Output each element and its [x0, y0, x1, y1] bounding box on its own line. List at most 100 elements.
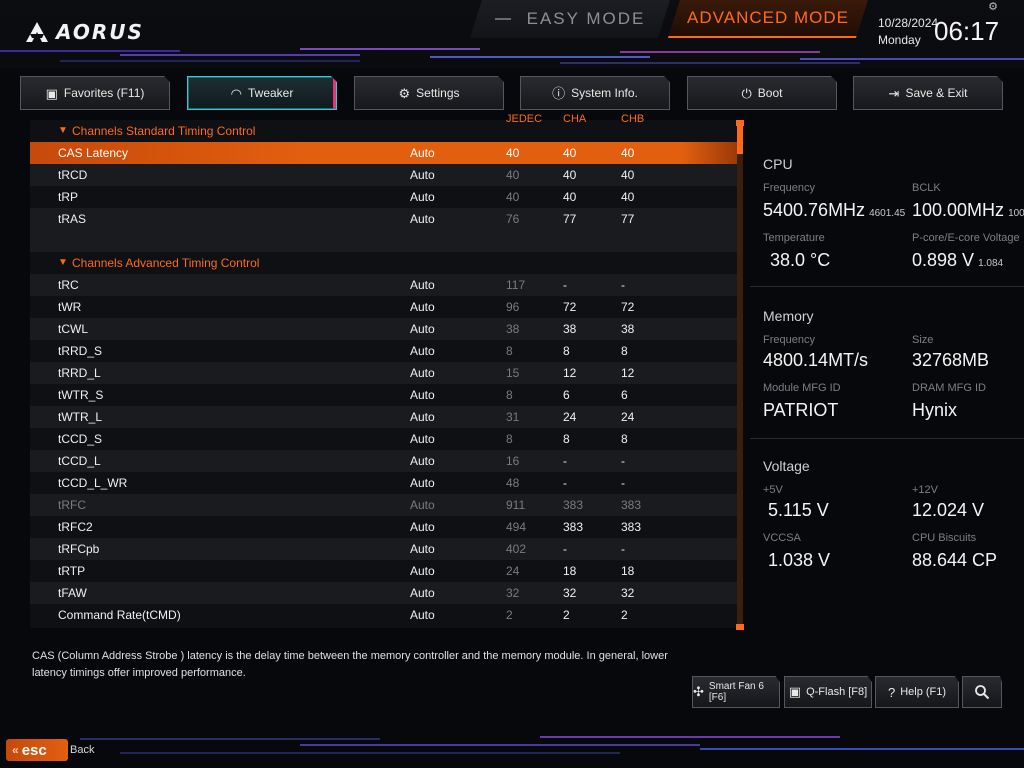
- timing-chb: 40: [621, 190, 635, 204]
- gear-icon: ⚙: [398, 85, 411, 101]
- timing-cha: -: [563, 476, 567, 490]
- settings-gear-icon[interactable]: ⚙: [986, 0, 1000, 14]
- timing-row[interactable]: tWTR_L Auto 31 24 24: [30, 406, 738, 428]
- timing-row[interactable]: tRRD_L Auto 15 12 12: [30, 362, 738, 384]
- double-chevron-left-icon: «: [12, 743, 19, 757]
- timing-row[interactable]: tRTP Auto 24 18 18: [30, 560, 738, 582]
- exit-icon: ⇥: [888, 85, 900, 101]
- section-title: Channels Standard Timing Control: [72, 124, 256, 138]
- cpu-frequency-label: Frequency: [763, 182, 815, 194]
- timing-row[interactable]: tRRD_S Auto 8 8 8: [30, 340, 738, 362]
- timing-name: tRRD_S: [58, 344, 103, 358]
- tab-tweaker[interactable]: ◠ Tweaker: [187, 76, 337, 110]
- timing-row[interactable]: tRAS Auto 76 77 77: [30, 208, 738, 230]
- timing-value: Auto: [410, 212, 435, 226]
- help-button[interactable]: ? Help (F1): [875, 676, 959, 708]
- timing-name: tCCD_L_WR: [58, 476, 128, 490]
- timing-cha: 383: [563, 498, 584, 512]
- timing-chb: 40: [621, 168, 635, 182]
- timing-value: Auto: [410, 476, 435, 490]
- bclk-label: BCLK: [912, 182, 941, 194]
- timing-row[interactable]: tRC Auto 117 - -: [30, 274, 738, 296]
- core-voltage: 0.898 V 1.084: [912, 250, 1003, 271]
- module-mfg-value: PATRIOT: [763, 400, 839, 420]
- section-advanced-timing[interactable]: ▼ Channels Advanced Timing Control: [30, 252, 738, 274]
- memory-frequency-label: Frequency: [763, 334, 815, 346]
- bclk-sub: 100.00: [1008, 208, 1024, 219]
- timing-jedec: 48: [506, 476, 520, 490]
- timing-jedec: 40: [506, 168, 520, 182]
- bclk: 100.00MHz100.00: [912, 200, 1024, 221]
- timing-jedec: 32: [506, 586, 520, 600]
- v5-label: +5V: [763, 484, 783, 496]
- smart-fan-button[interactable]: ✣ Smart Fan 6 [F6]: [692, 676, 780, 708]
- timing-value: Auto: [410, 608, 435, 622]
- timing-name: tFAW: [58, 586, 87, 600]
- timing-row[interactable]: tCCD_S Auto 8 8 8: [30, 428, 738, 450]
- tab-favorites[interactable]: ▣ Favorites (F11): [20, 76, 170, 110]
- tab-label: Settings: [416, 86, 460, 100]
- timing-name: tCCD_S: [58, 432, 103, 446]
- timing-row[interactable]: tCCD_L Auto 16 - -: [30, 450, 738, 472]
- tab-save-exit[interactable]: ⇥ Save & Exit: [853, 76, 1003, 110]
- advanced-mode-tab[interactable]: ADVANCED MODE: [668, 0, 868, 38]
- list-scrollbar[interactable]: [736, 120, 744, 630]
- qflash-button[interactable]: ▣ Q-Flash [F8]: [784, 676, 872, 708]
- timing-row[interactable]: tRCD Auto 40 40 40: [30, 164, 738, 186]
- module-mfg-label: Module MFG ID: [763, 382, 841, 394]
- esc-button[interactable]: « esc: [6, 739, 68, 761]
- timing-row[interactable]: tCWL Auto 38 38 38: [30, 318, 738, 340]
- aorus-logo-text: AORUS: [56, 20, 144, 44]
- timing-row[interactable]: Command Rate(tCMD) Auto 2 2 2: [30, 604, 738, 626]
- timing-row[interactable]: tRP Auto 40 40 40: [30, 186, 738, 208]
- vccsa-label: VCCSA: [763, 532, 801, 544]
- easy-mode-tab[interactable]: EASY MODE: [470, 0, 670, 38]
- section-title: Channels Advanced Timing Control: [72, 256, 260, 270]
- main-tabs: ▣ Favorites (F11) ◠ Tweaker ⚙ Settings ⓘ…: [20, 76, 1004, 110]
- timing-jedec: 117: [506, 278, 526, 292]
- cpu-frequency-value: 5400.76MHz: [763, 200, 866, 220]
- tab-settings[interactable]: ⚙ Settings: [354, 76, 504, 110]
- scroll-down-arrow-icon[interactable]: [736, 624, 744, 630]
- timing-value: Auto: [410, 520, 435, 534]
- timing-row[interactable]: tWR Auto 96 72 72: [30, 296, 738, 318]
- timing-chb: 77: [621, 212, 635, 226]
- timing-name: tRRD_L: [58, 366, 101, 380]
- section-standard-timing[interactable]: ▼ Channels Standard Timing Control: [30, 120, 738, 142]
- timing-name: tCCD_L: [58, 454, 101, 468]
- search-button[interactable]: [962, 676, 1002, 708]
- timing-row[interactable]: tWTR_S Auto 8 6 6: [30, 384, 738, 406]
- v5-value: 5.115 V: [768, 500, 829, 520]
- timing-jedec: 31: [506, 410, 520, 424]
- timing-chb: -: [621, 542, 625, 556]
- chip-icon: ▣: [788, 684, 802, 699]
- timing-name: tRP: [58, 190, 79, 204]
- cpu-temp-value: 38.0 °C: [770, 250, 831, 270]
- timing-jedec: 911: [506, 498, 526, 512]
- timing-cha: -: [563, 542, 567, 556]
- timing-row[interactable]: tRFC2 Auto 494 383 383: [30, 516, 738, 538]
- timing-row[interactable]: tCCD_L_WR Auto 48 - -: [30, 472, 738, 494]
- timing-row[interactable]: tRFCpb Auto 402 - -: [30, 538, 738, 560]
- timing-value: Auto: [410, 410, 435, 424]
- core-voltage-value: 0.898 V: [912, 250, 975, 270]
- timing-chb: 383: [621, 520, 642, 534]
- timing-cha: 24: [563, 410, 577, 424]
- timing-cha: 72: [563, 300, 577, 314]
- timing-jedec: 96: [506, 300, 520, 314]
- timing-jedec: 2: [506, 608, 513, 622]
- memory-size-value: 32768MB: [912, 350, 990, 370]
- timing-jedec: 15: [506, 366, 520, 380]
- tab-boot[interactable]: ⏻ Boot: [687, 76, 837, 110]
- timing-chb: 38: [621, 322, 635, 336]
- timing-cha: 8: [563, 432, 570, 446]
- timing-name: tWTR_L: [58, 410, 103, 424]
- timing-chb: -: [621, 476, 625, 490]
- scrollbar-thumb[interactable]: [737, 126, 743, 154]
- timing-row-cas-latency[interactable]: CAS Latency Auto 40 40 40: [30, 142, 738, 164]
- collapse-triangle-icon: ▼: [58, 257, 68, 268]
- tab-system-info[interactable]: ⓘ System Info.: [520, 76, 670, 110]
- timing-row[interactable]: tFAW Auto 32 32 32: [30, 582, 738, 604]
- v12-value: 12.024 V: [912, 500, 985, 520]
- timing-jedec: 8: [506, 432, 513, 446]
